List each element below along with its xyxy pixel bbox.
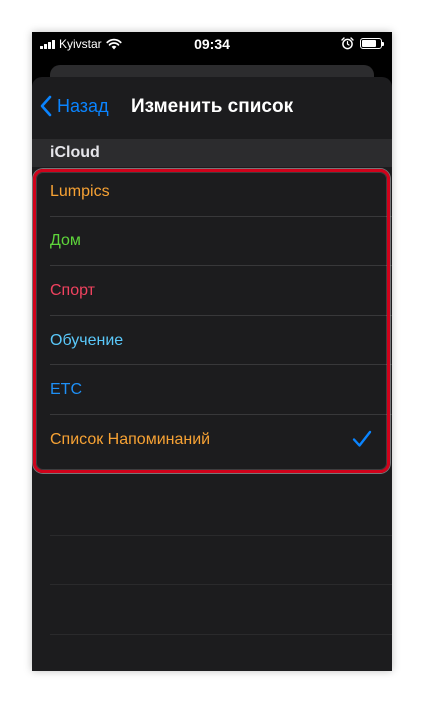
battery-icon (360, 38, 384, 49)
list-item-label: Lumpics (50, 182, 110, 200)
list-item-label: Список Напоминаний (50, 430, 211, 448)
page-title: Изменить список (131, 96, 294, 117)
list-item-label: Дом (50, 232, 81, 250)
alarm-icon (341, 37, 354, 50)
empty-rows (50, 486, 392, 671)
checkmark-icon (352, 430, 372, 447)
list-item[interactable]: Спорт (32, 266, 392, 316)
list-item[interactable]: Дом (32, 217, 392, 267)
change-list-sheet: Назад Изменить список iCloud Lumpics Дом… (32, 77, 392, 671)
list-item[interactable]: ETC (32, 365, 392, 415)
section-header-icloud: iCloud (32, 139, 392, 167)
list-item[interactable]: Обучение (32, 316, 392, 366)
reminder-lists: Lumpics Дом Спорт Обучение ETC Список На… (32, 167, 392, 465)
status-bar: Kyivstar 09:34 (32, 32, 392, 58)
list-item-label: Обучение (50, 331, 124, 349)
list-item[interactable]: Lumpics (32, 167, 392, 217)
nav-bar: Назад Изменить список (32, 77, 392, 139)
list-item-label: Спорт (50, 281, 95, 299)
status-time: 09:34 (194, 36, 230, 52)
back-label: Назад (57, 95, 109, 116)
list-item-selected[interactable]: Список Напоминаний (32, 415, 392, 465)
list-item-label: ETC (50, 381, 82, 399)
status-right (341, 37, 384, 50)
phone-screen: Kyivstar 09:34 Назад Изменить список iCl… (32, 32, 392, 671)
chevron-left-icon (40, 95, 52, 117)
back-button[interactable]: Назад (40, 95, 109, 117)
